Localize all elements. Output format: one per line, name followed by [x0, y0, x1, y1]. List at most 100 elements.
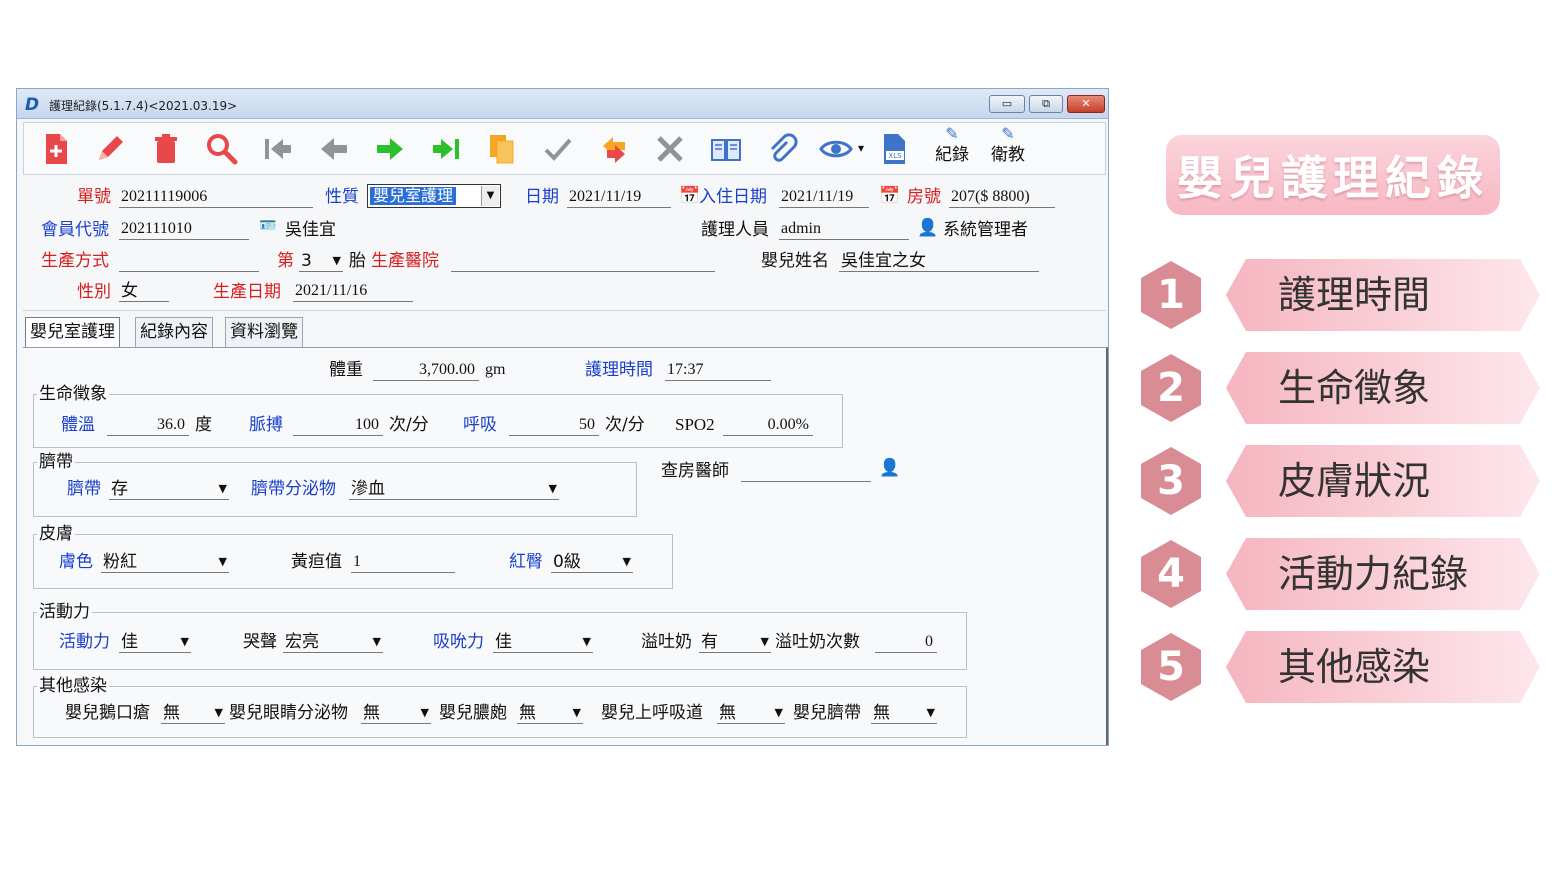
book-icon[interactable] — [706, 129, 746, 169]
record-button[interactable]: ✎ 紀錄 — [928, 123, 976, 165]
sex-field[interactable]: 女 — [119, 281, 169, 302]
last-record-icon[interactable] — [426, 129, 466, 169]
education-button[interactable]: ✎ 衛教 — [984, 123, 1032, 165]
diaper-rash-value: 0級 — [553, 552, 581, 572]
birth-order-select[interactable]: 3 ▼ — [299, 250, 343, 272]
tab-data-browse[interactable]: 資料瀏覽 — [225, 317, 303, 347]
chevron-down-icon[interactable]: ▼ — [549, 478, 557, 500]
order-no-field[interactable]: 20211119006 — [119, 187, 313, 208]
thrush-select[interactable]: 無 ▼ — [161, 702, 225, 724]
birth-date-field[interactable]: 2021/11/16 — [293, 281, 413, 302]
step-number-badge: 4 — [1138, 538, 1204, 610]
copy-icon[interactable] — [482, 129, 522, 169]
chevron-down-icon[interactable]: ▼ — [219, 478, 227, 500]
weight-field[interactable]: 3,700.00 — [373, 360, 479, 381]
step-number: 2 — [1157, 365, 1185, 411]
spo2-field[interactable]: 0.00% — [723, 415, 813, 436]
baby-name-field[interactable]: 吳佳宜之女 — [839, 251, 1039, 272]
eye-secretion-select[interactable]: 無 ▼ — [361, 702, 431, 724]
chevron-down-icon[interactable]: ▼ — [775, 702, 783, 724]
chevron-down-icon[interactable]: ▼ — [573, 702, 581, 724]
chevron-down-icon[interactable]: ▼ — [481, 186, 499, 206]
skin-title: 皮膚 — [37, 524, 75, 544]
edit-pencil-icon[interactable] — [90, 129, 130, 169]
chevron-down-icon[interactable]: ▼ — [421, 702, 429, 724]
room-field[interactable]: 207($ 8800) — [949, 187, 1055, 208]
activity-title: 活動力 — [37, 602, 92, 622]
spit-up-count-label: 溢吐奶次數 — [775, 632, 860, 652]
delivery-field[interactable] — [119, 251, 259, 272]
pustule-select[interactable]: 無 ▼ — [517, 702, 583, 724]
first-record-icon[interactable] — [258, 129, 298, 169]
doctor-field[interactable] — [741, 461, 871, 482]
pulse-field[interactable]: 100 — [293, 415, 383, 436]
cancel-x-icon[interactable] — [650, 129, 690, 169]
close-button[interactable]: ✕ — [1067, 95, 1105, 113]
admit-date-field[interactable]: 2021/11/19 — [779, 187, 869, 208]
view-eye-icon[interactable] — [816, 129, 856, 169]
attachment-icon[interactable] — [762, 129, 802, 169]
jaundice-label: 黃疸值 — [291, 552, 342, 572]
diaper-rash-select[interactable]: 0級 ▼ — [551, 551, 633, 573]
refresh-icon[interactable] — [594, 129, 634, 169]
date-label: 日期 — [525, 187, 559, 207]
date-field[interactable]: 2021/11/19 — [567, 187, 671, 208]
activity-select[interactable]: 佳 ▼ — [119, 631, 191, 653]
chevron-down-icon[interactable]: ▼ — [583, 631, 591, 653]
spit-up-select[interactable]: 有 ▼ — [699, 631, 771, 653]
jaundice-field[interactable]: 1 — [351, 552, 455, 573]
search-icon[interactable] — [202, 129, 242, 169]
spit-up-count-field[interactable]: 0 — [875, 632, 937, 653]
skin-color-select[interactable]: 粉紅 ▼ — [101, 551, 229, 573]
pulse-label: 脈搏 — [249, 415, 283, 435]
restore-button[interactable]: ⧉ — [1029, 95, 1063, 113]
chevron-down-icon[interactable]: ▼ — [761, 631, 769, 653]
suck-select[interactable]: 佳 ▼ — [493, 631, 593, 653]
export-xls-icon[interactable]: XLS — [874, 129, 914, 169]
user-icon[interactable]: 👤 — [917, 218, 938, 238]
calendar-icon[interactable]: 📅 — [879, 186, 900, 206]
chevron-down-icon[interactable]: ▼ — [219, 551, 227, 573]
chevron-down-icon[interactable]: ▼ — [373, 631, 381, 653]
user-search-icon[interactable]: 👤 — [879, 458, 900, 478]
view-dropdown-arrow[interactable]: ▾ — [858, 141, 864, 155]
cry-select[interactable]: 宏亮 ▼ — [283, 631, 383, 653]
id-card-icon[interactable]: 🪪 — [259, 218, 276, 234]
title-bar[interactable]: D 護理紀錄(5.1.7.4)<2021.03.19> ▭ ⧉ ✕ — [17, 89, 1108, 119]
step-label: 護理時間 — [1278, 273, 1431, 317]
resp-field[interactable]: 50 — [509, 415, 599, 436]
cord-select[interactable]: 存 ▼ — [109, 478, 229, 500]
tab-nursery-care[interactable]: 嬰兒室護理 — [25, 317, 120, 348]
chevron-down-icon[interactable]: ▼ — [215, 702, 223, 724]
hospital-field[interactable] — [451, 251, 715, 272]
prev-record-icon[interactable] — [314, 129, 354, 169]
care-time-field[interactable]: 17:37 — [665, 360, 771, 381]
temp-field[interactable]: 36.0 — [107, 415, 189, 436]
new-record-icon[interactable] — [36, 129, 76, 169]
step-label: 其他感染 — [1278, 645, 1431, 689]
minimize-button[interactable]: ▭ — [989, 95, 1025, 113]
weight-label: 體重 — [329, 360, 363, 380]
step-label-banner: 活動力紀錄 — [1226, 538, 1540, 610]
member-id-field[interactable]: 202111010 — [119, 219, 249, 240]
chevron-down-icon[interactable]: ▼ — [333, 250, 341, 272]
navel-select[interactable]: 無 ▼ — [871, 702, 937, 724]
chevron-down-icon[interactable]: ▼ — [623, 551, 631, 573]
tab-record-content[interactable]: 紀錄內容 — [135, 317, 213, 347]
chevron-down-icon[interactable]: ▼ — [927, 702, 935, 724]
next-record-icon[interactable] — [370, 129, 410, 169]
chevron-down-icon[interactable]: ▼ — [181, 631, 189, 653]
temp-unit: 度 — [195, 415, 212, 435]
cord-secretion-select[interactable]: 滲血 ▼ — [349, 478, 559, 500]
step-number-badge: 2 — [1138, 352, 1204, 424]
spit-up-value: 有 — [701, 632, 718, 652]
delete-trash-icon[interactable] — [146, 129, 186, 169]
uri-label: 嬰兒上呼吸道 — [601, 703, 703, 723]
infection-title: 其他感染 — [37, 676, 109, 696]
calendar-icon[interactable]: 📅 — [679, 186, 700, 206]
delivery-label: 生產方式 — [41, 251, 109, 271]
nurse-field[interactable]: admin — [779, 219, 909, 240]
confirm-check-icon[interactable] — [538, 129, 578, 169]
uri-select[interactable]: 無 ▼ — [717, 702, 785, 724]
type-select[interactable]: 嬰兒室護理 ▼ — [367, 184, 501, 208]
